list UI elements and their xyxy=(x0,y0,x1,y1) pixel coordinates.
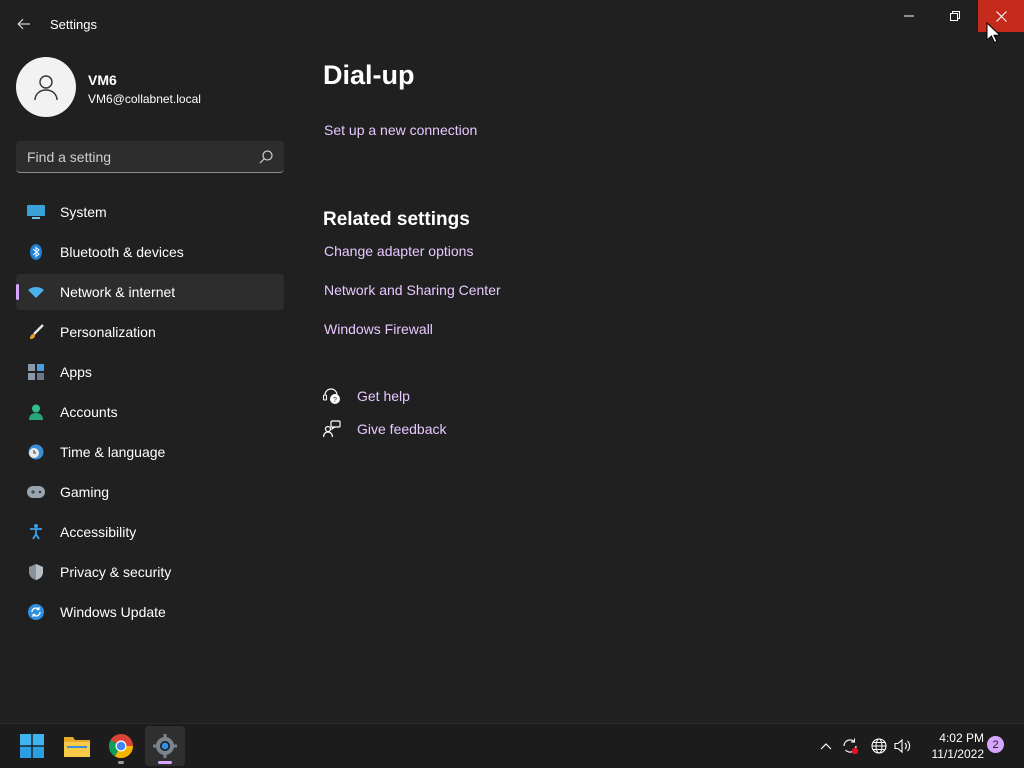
search-box[interactable] xyxy=(16,141,284,173)
settings-window: Settings VM6 VM6@collabnet.local Find a … xyxy=(0,0,1024,723)
clock-globe-icon xyxy=(27,444,45,460)
sidebar-item-network[interactable]: Network & internet xyxy=(16,274,284,310)
chevron-up-icon xyxy=(820,743,832,750)
sidebar-nav: System Bluetooth & devices Network & int… xyxy=(16,194,284,634)
setup-connection-link[interactable]: Set up a new connection xyxy=(324,122,477,138)
back-arrow-icon xyxy=(17,18,30,30)
sidebar-item-accessibility[interactable]: Accessibility xyxy=(16,514,284,550)
taskbar: 4:02 PM 11/1/2022 2 xyxy=(0,723,1024,768)
close-button[interactable] xyxy=(978,0,1024,32)
minimize-button[interactable] xyxy=(886,0,932,32)
sync-icon xyxy=(843,738,859,755)
taskbar-chrome[interactable] xyxy=(101,726,141,766)
sidebar-item-accounts[interactable]: Accounts xyxy=(16,394,284,430)
sidebar-item-label: Apps xyxy=(60,364,92,380)
accessibility-icon xyxy=(27,524,45,540)
apps-icon xyxy=(27,364,45,380)
sidebar-item-system[interactable]: System xyxy=(16,194,284,230)
taskbar-file-explorer[interactable] xyxy=(57,726,97,766)
svg-text:?: ? xyxy=(333,397,337,404)
give-feedback-label: Give feedback xyxy=(357,421,447,437)
speaker-icon xyxy=(894,738,911,754)
notification-badge[interactable]: 2 xyxy=(987,736,1004,753)
change-adapter-options-link[interactable]: Change adapter options xyxy=(324,243,473,259)
tray-overflow-button[interactable] xyxy=(816,736,836,756)
minimize-icon xyxy=(904,15,914,17)
bluetooth-icon xyxy=(27,244,45,260)
sidebar-item-label: Accounts xyxy=(60,404,118,420)
active-indicator xyxy=(16,284,19,300)
sidebar-item-label: Windows Update xyxy=(60,604,166,620)
tray-sync-status[interactable] xyxy=(840,736,860,756)
tray-network[interactable] xyxy=(869,736,889,756)
wifi-icon xyxy=(27,284,45,300)
tray-volume[interactable] xyxy=(893,736,913,756)
profile-email: VM6@collabnet.local xyxy=(88,92,201,106)
user-profile[interactable]: VM6 VM6@collabnet.local xyxy=(16,57,286,117)
sidebar-item-label: Accessibility xyxy=(60,524,137,540)
close-icon xyxy=(995,10,1007,22)
chrome-icon xyxy=(109,734,133,758)
mouse-cursor-icon xyxy=(986,22,1000,44)
sidebar-item-label: System xyxy=(60,204,107,220)
search-icon[interactable] xyxy=(258,149,274,165)
profile-name: VM6 xyxy=(88,72,117,88)
running-indicator xyxy=(118,761,124,764)
sidebar-item-bluetooth[interactable]: Bluetooth & devices xyxy=(16,234,284,270)
app-title: Settings xyxy=(50,17,97,32)
start-icon xyxy=(20,734,44,758)
brush-icon xyxy=(27,324,45,340)
sidebar-item-personalization[interactable]: Personalization xyxy=(16,314,284,350)
sidebar-item-privacy-security[interactable]: Privacy & security xyxy=(16,554,284,590)
file-explorer-icon xyxy=(64,737,90,757)
gamepad-icon xyxy=(27,484,45,500)
clock-time: 4:02 PM xyxy=(939,731,984,745)
page-title: Dial-up xyxy=(323,60,415,90)
network-sharing-center-link[interactable]: Network and Sharing Center xyxy=(324,282,501,298)
feedback-icon xyxy=(323,420,341,438)
sidebar-item-windows-update[interactable]: Windows Update xyxy=(16,594,284,630)
globe-icon xyxy=(871,738,887,754)
get-help-label: Get help xyxy=(357,388,410,404)
give-feedback-link[interactable]: Give feedback xyxy=(323,419,447,439)
sidebar-item-label: Time & language xyxy=(60,444,166,460)
restore-icon xyxy=(950,11,960,21)
account-icon xyxy=(27,404,45,420)
shield-icon xyxy=(27,564,45,580)
back-button[interactable] xyxy=(8,8,40,40)
sidebar-item-gaming[interactable]: Gaming xyxy=(16,474,284,510)
start-button[interactable] xyxy=(12,726,52,766)
update-icon xyxy=(27,604,45,620)
sidebar-item-label: Network & internet xyxy=(60,284,176,300)
sidebar-item-apps[interactable]: Apps xyxy=(16,354,284,390)
sidebar-item-label: Bluetooth & devices xyxy=(60,244,184,260)
clock-date: 11/1/2022 xyxy=(931,747,985,761)
system-icon xyxy=(27,204,45,220)
search-input[interactable] xyxy=(16,141,246,172)
settings-icon xyxy=(153,734,177,758)
related-settings-heading: Related settings xyxy=(323,209,470,230)
get-help-link[interactable]: ? Get help xyxy=(323,386,410,406)
title-bar: Settings xyxy=(0,0,1024,48)
taskbar-clock[interactable]: 4:02 PM 11/1/2022 xyxy=(918,730,985,762)
sidebar-item-time-language[interactable]: Time & language xyxy=(16,434,284,470)
restore-button[interactable] xyxy=(932,0,978,32)
user-icon xyxy=(34,75,58,101)
active-app-indicator xyxy=(158,761,172,764)
help-chat-icon: ? xyxy=(323,387,341,405)
avatar xyxy=(16,57,76,117)
taskbar-settings[interactable] xyxy=(145,726,185,766)
sidebar-item-label: Privacy & security xyxy=(60,564,172,580)
sidebar-item-label: Personalization xyxy=(60,324,156,340)
windows-firewall-link[interactable]: Windows Firewall xyxy=(324,321,433,337)
sidebar-item-label: Gaming xyxy=(60,484,110,500)
